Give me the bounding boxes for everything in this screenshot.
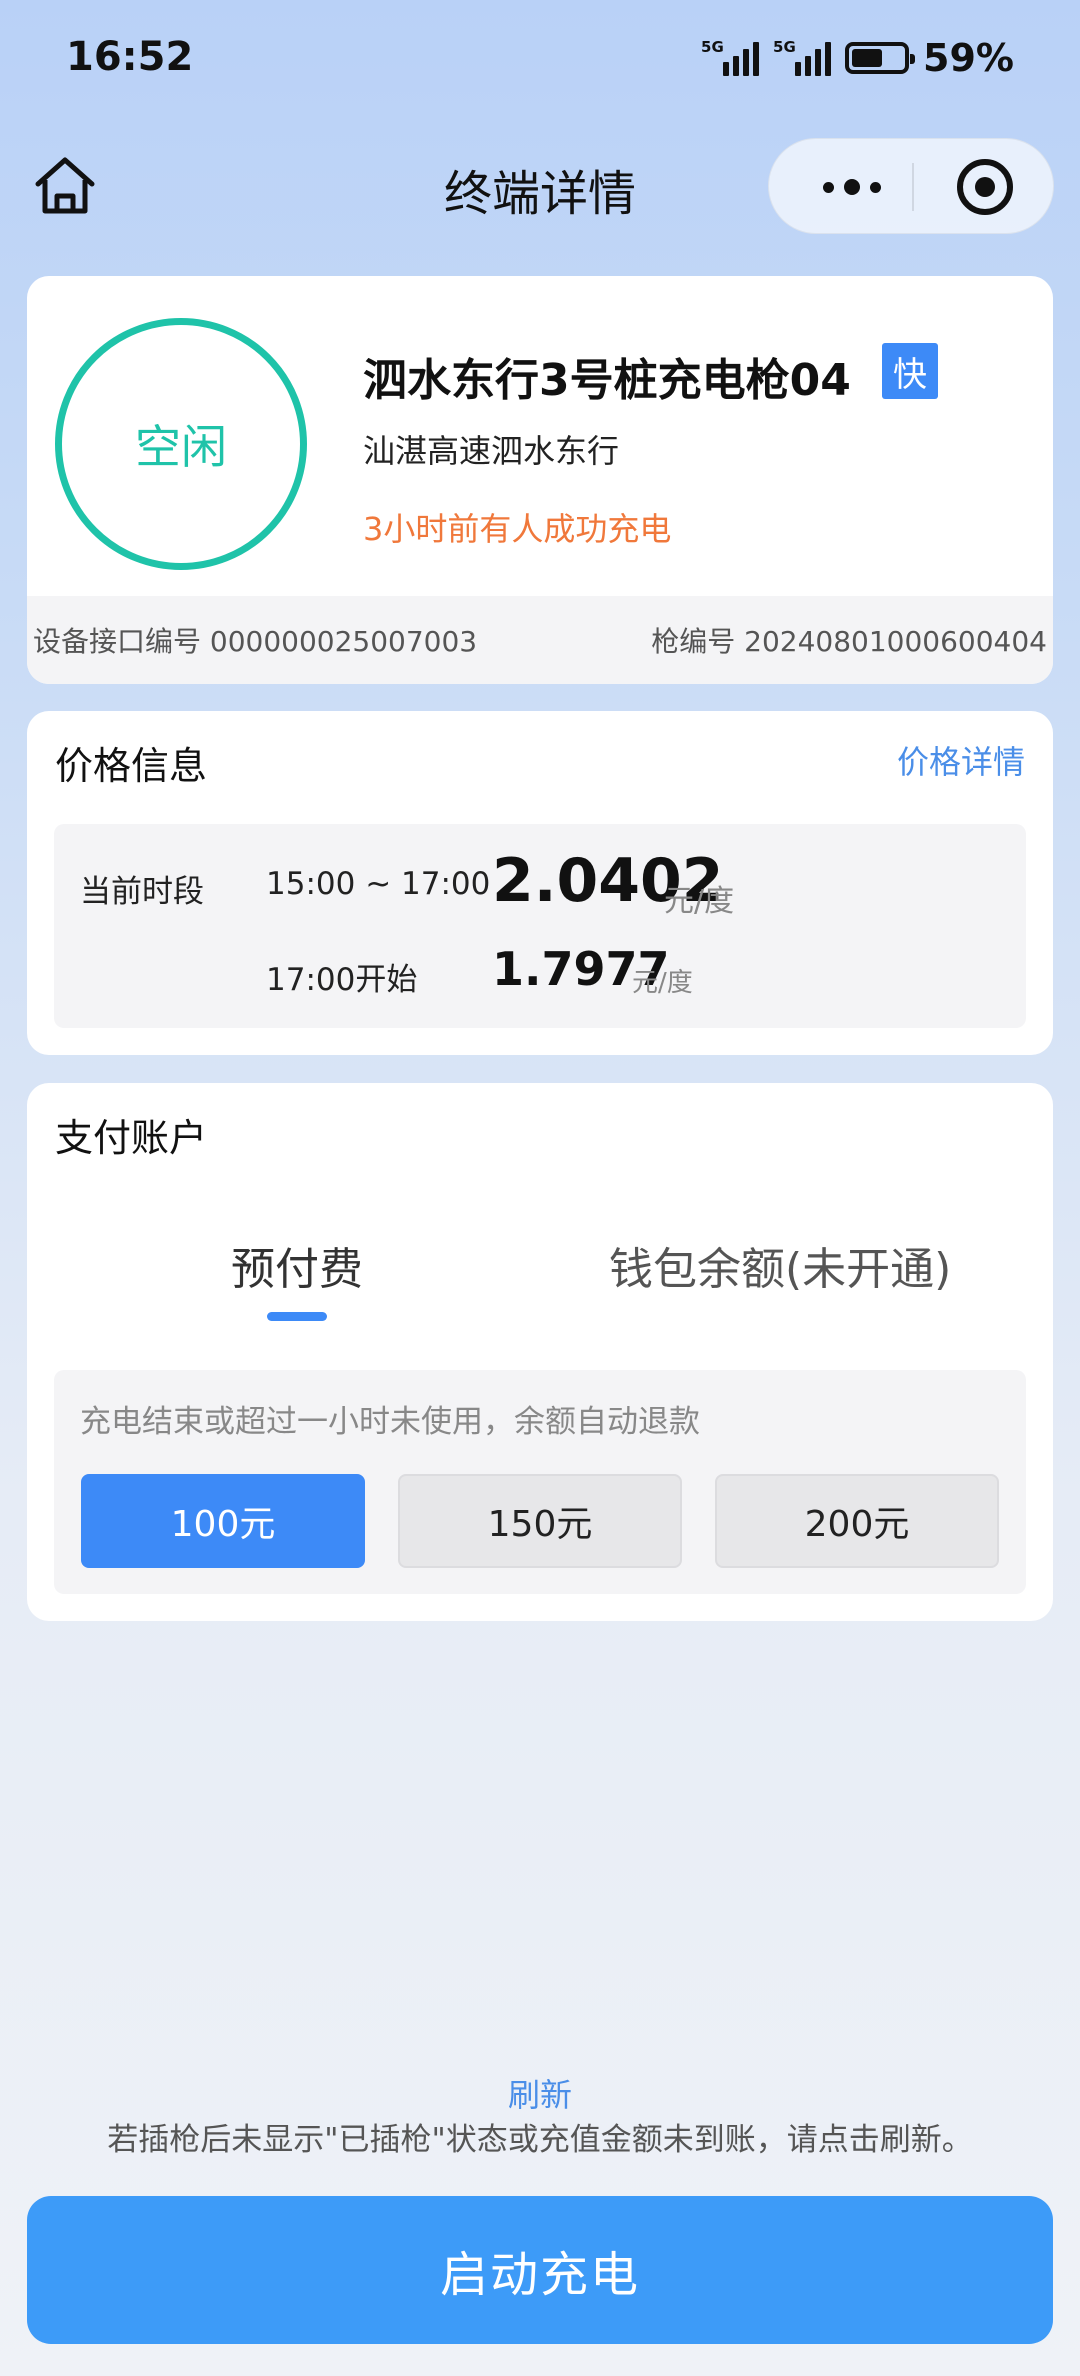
refund-note: 充电结束或超过一小时未使用，余额自动退款	[80, 1404, 700, 1440]
amount-box: 充电结束或超过一小时未使用，余额自动退款 100元 150元 200元	[54, 1370, 1026, 1594]
active-tab-indicator	[267, 1312, 327, 1321]
recent-charge-info: 3小时前有人成功充电	[363, 510, 672, 548]
current-price-unit: 元/度	[664, 884, 735, 919]
more-dots-icon[interactable]	[807, 139, 897, 235]
payment-section-title: 支付账户	[55, 1116, 208, 1160]
signal-icon: 5G	[773, 38, 832, 76]
nav-bar: 终端详情	[0, 130, 1080, 240]
terminal-card: 空闲 泗水东行3号桩充电枪04 快 汕湛高速泗水东行 3小时前有人成功充电 设备…	[27, 276, 1053, 684]
capsule-divider	[912, 163, 914, 211]
fast-charge-badge: 快	[882, 343, 938, 399]
tab-prepay[interactable]: 预付费	[231, 1233, 363, 1297]
battery-percent: 59%	[923, 36, 1014, 80]
amount-option-150[interactable]: 150元	[398, 1474, 682, 1568]
current-period-time: 15:00 ~ 17:00	[266, 866, 491, 902]
payment-card: 支付账户 预付费 钱包余额(未开通) 充电结束或超过一小时未使用，余额自动退款 …	[27, 1083, 1053, 1621]
refresh-link[interactable]: 刷新	[0, 2070, 1080, 2116]
status-ring: 空闲	[55, 318, 307, 570]
gun-number: 枪编号 20240801000600404	[651, 625, 1047, 658]
signal-icon: 5G	[701, 38, 760, 76]
refresh-hint: 若插枪后未显示"已插枪"状态或充值金额未到账，请点击刷新。	[107, 2122, 973, 2158]
next-period-time: 17:00开始	[266, 962, 418, 998]
price-card: 价格信息 价格详情 当前时段 15:00 ~ 17:00 2.0402 元/度 …	[27, 711, 1053, 1055]
target-close-icon[interactable]	[957, 159, 1013, 215]
terminal-location: 汕湛高速泗水东行	[363, 432, 620, 470]
interface-number: 设备接口编号 000000025007003	[33, 625, 478, 658]
next-price-unit: 元/度	[632, 968, 693, 998]
price-box: 当前时段 15:00 ~ 17:00 2.0402 元/度 17:00开始 1.…	[54, 824, 1026, 1028]
start-charging-button[interactable]: 启动充电	[27, 2196, 1053, 2344]
price-detail-link[interactable]: 价格详情	[897, 737, 1025, 783]
amount-option-200[interactable]: 200元	[715, 1474, 999, 1568]
mini-program-capsule	[768, 138, 1054, 234]
battery-icon	[845, 42, 916, 74]
price-section-title: 价格信息	[55, 744, 208, 788]
terminal-name: 泗水东行3号桩充电枪04	[363, 355, 851, 406]
amount-option-100[interactable]: 100元	[81, 1474, 365, 1568]
current-period-label: 当前时段	[80, 874, 204, 910]
status-bar: 16:52 5G 5G 59%	[0, 0, 1080, 120]
terminal-ids: 设备接口编号 000000025007003 枪编号 2024080100060…	[27, 596, 1053, 684]
status-icons: 5G 5G 59%	[701, 36, 1014, 80]
status-time: 16:52	[66, 34, 194, 80]
status-label: 空闲	[135, 420, 227, 474]
tab-wallet-balance[interactable]: 钱包余额(未开通)	[609, 1233, 951, 1297]
